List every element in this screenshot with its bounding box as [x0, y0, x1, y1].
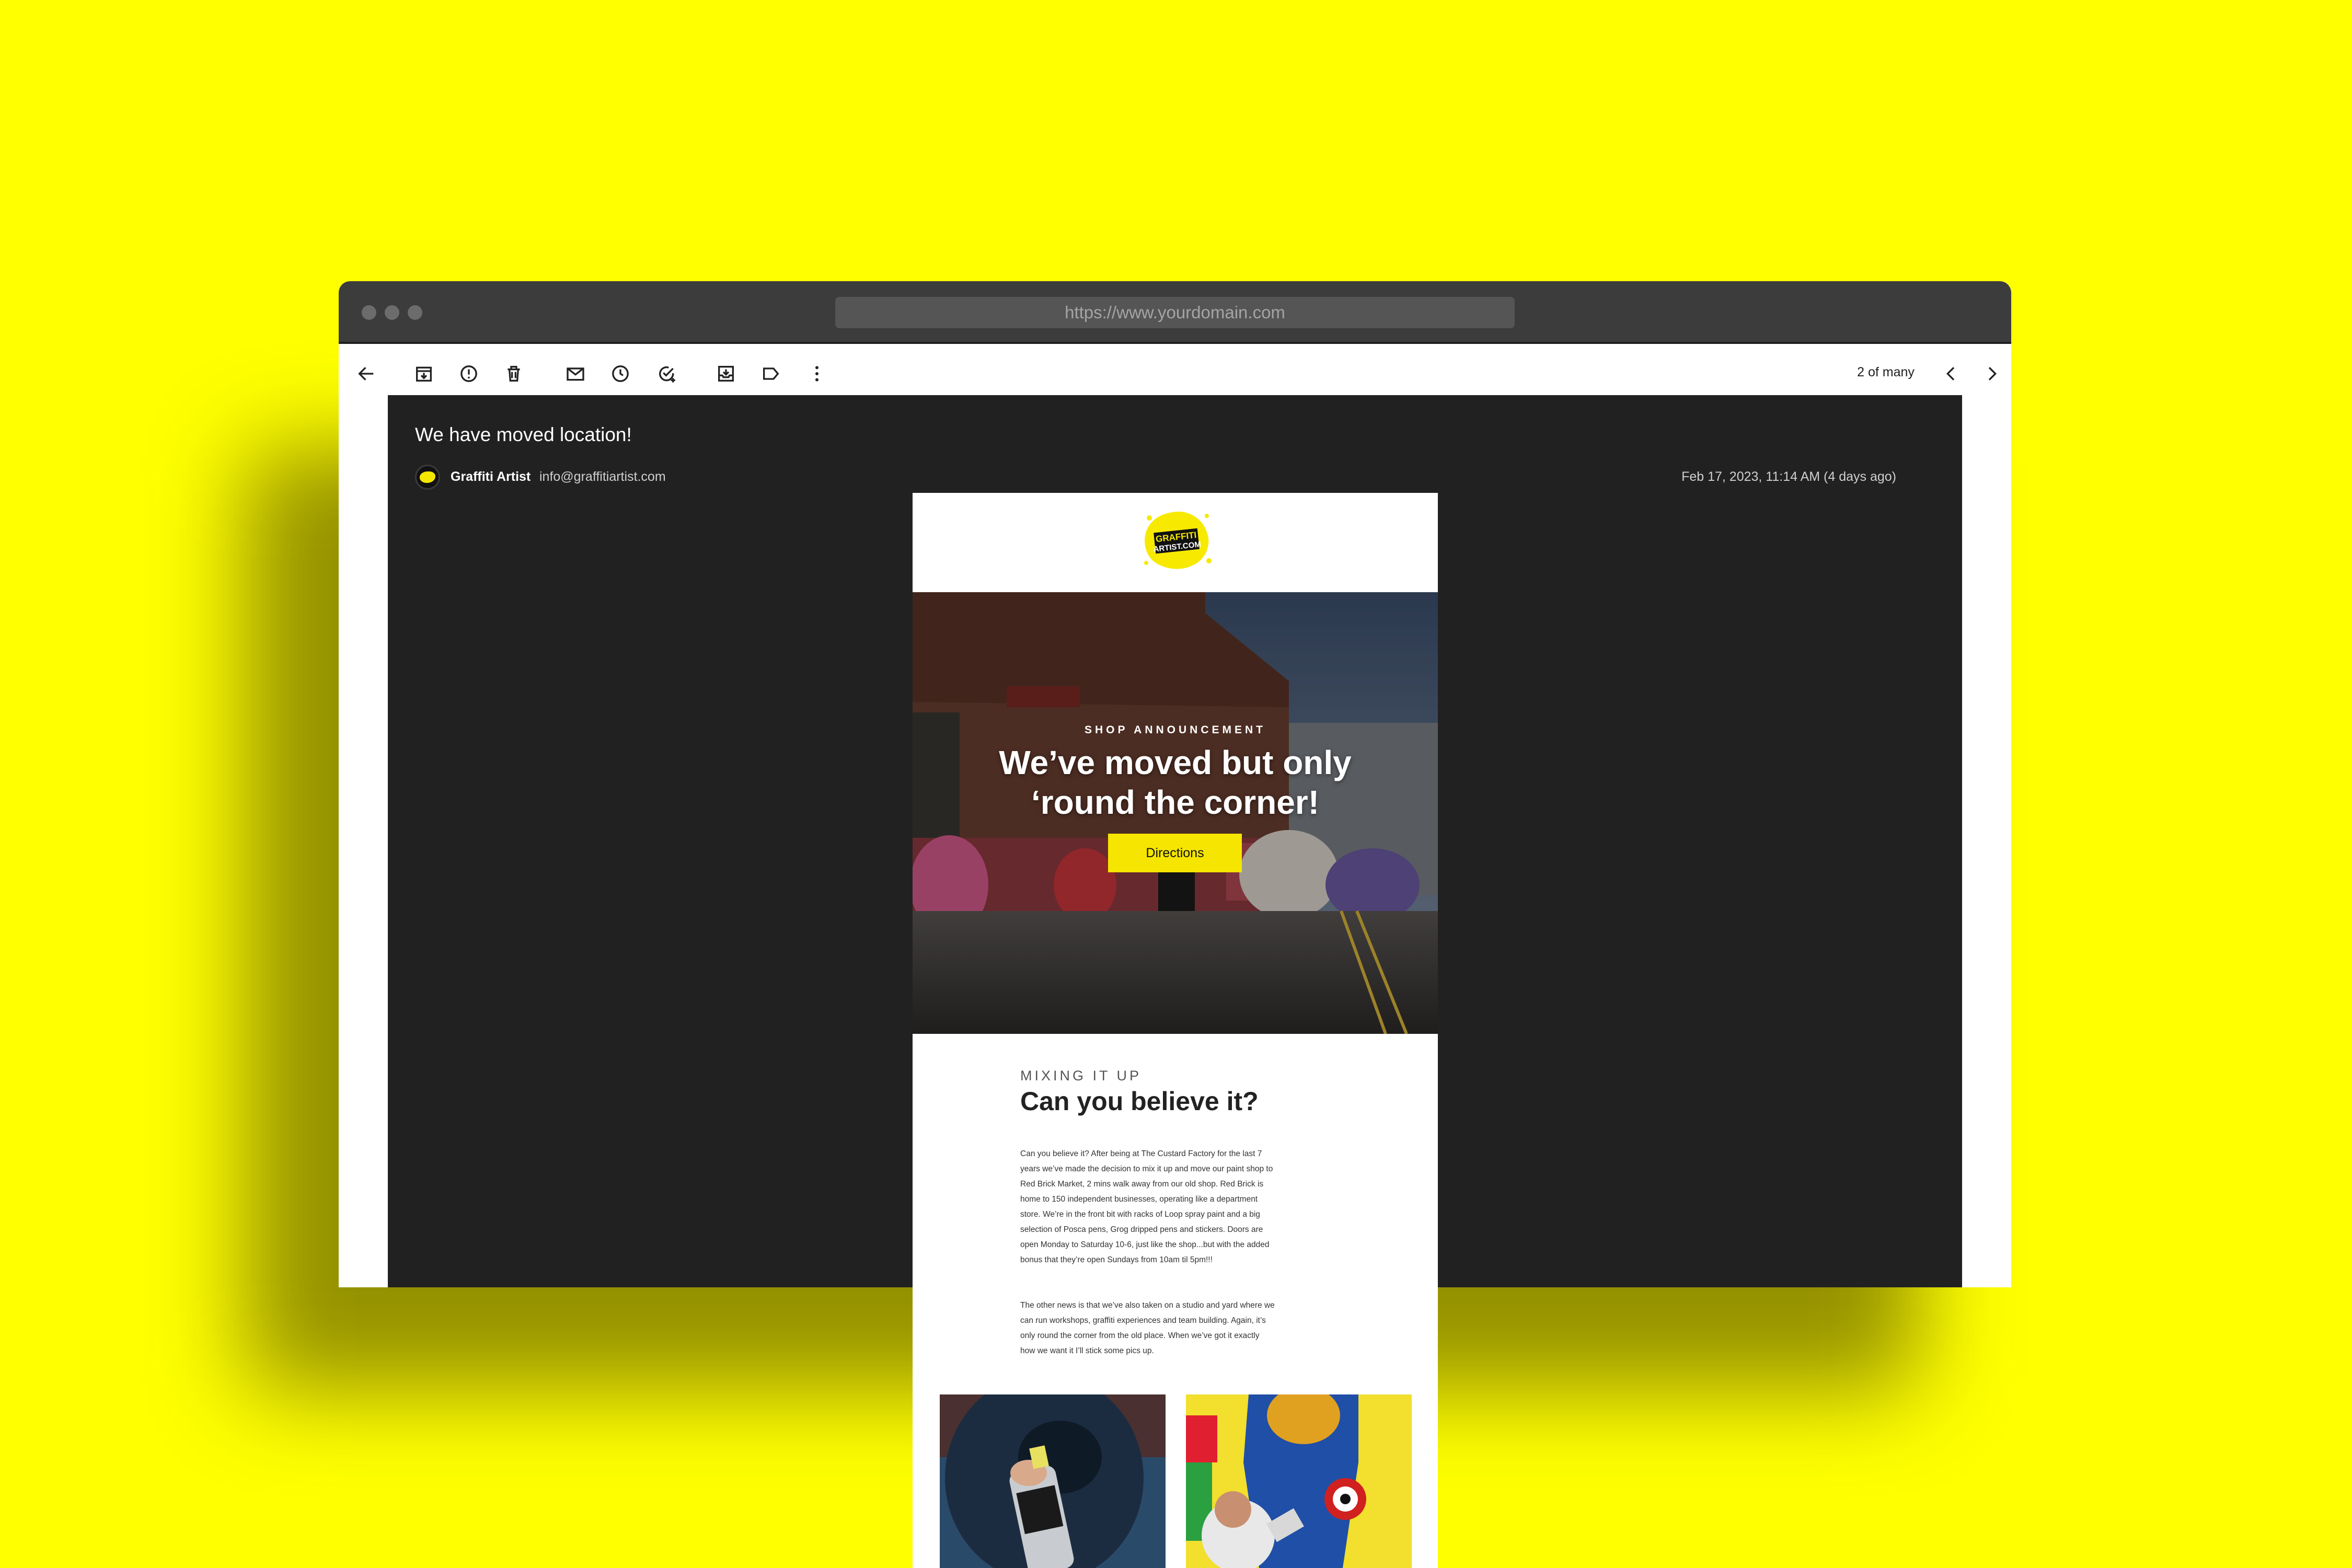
- sender-avatar: [415, 465, 440, 490]
- paragraph-line: Can you believe it? After being at The C…: [1020, 1149, 1262, 1158]
- chevron-left-icon[interactable]: [1938, 361, 1964, 387]
- paragraph-line: open Monday to Saturday 10-6, just like …: [1020, 1240, 1270, 1249]
- directions-button[interactable]: Directions: [1108, 834, 1242, 872]
- move-to-icon[interactable]: [713, 361, 739, 387]
- body-paragraph-1: Can you believe it? After being at The C…: [1020, 1146, 1334, 1267]
- mail-toolbar: 2 of many: [339, 346, 2011, 401]
- graffiti-artist-logo: GRAFFITI ARTIST.COM: [1144, 511, 1212, 569]
- paragraph-line: can run workshops, graffiti experiences …: [1020, 1316, 1266, 1325]
- photo-artist-painting: [1186, 1394, 1412, 1568]
- window-minimize-dot[interactable]: [385, 305, 399, 320]
- paragraph-line: The other news is that we’ve also taken …: [1020, 1301, 1275, 1310]
- add-task-icon[interactable]: [654, 361, 680, 387]
- hero-kicker: SHOP ANNOUNCEMENT: [1084, 724, 1266, 736]
- photo-spray-can: [940, 1394, 1166, 1568]
- paragraph-line: how we want it I’ll stick some pics up.: [1020, 1346, 1154, 1355]
- newsletter-body: GRAFFITI ARTIST.COM SHOP ANNOUNCEMENT We…: [913, 493, 1438, 1568]
- window-close-dot[interactable]: [362, 305, 376, 320]
- mark-unread-icon[interactable]: [562, 361, 589, 387]
- paragraph-line: store. We’re in the front bit with racks…: [1020, 1210, 1260, 1219]
- newsletter-header: GRAFFITI ARTIST.COM: [913, 493, 1438, 592]
- delete-icon[interactable]: [501, 361, 527, 387]
- sender-email[interactable]: info@graffitiartist.com: [539, 469, 666, 485]
- pager-count: 2 of many: [1857, 365, 1915, 379]
- sender-name[interactable]: Graffiti Artist: [451, 469, 531, 485]
- browser-titlebar: https://www.yourdomain.com: [339, 281, 2011, 344]
- hero-banner: SHOP ANNOUNCEMENT We’ve moved but only ‘…: [913, 592, 1438, 1034]
- hero-title-line-2: ‘round the corner!: [1031, 783, 1320, 821]
- hero-title: We’ve moved but only ‘round the corner!: [933, 743, 1417, 822]
- paragraph-line: years we’ve made the decision to mix it …: [1020, 1165, 1273, 1173]
- back-arrow-icon[interactable]: [353, 361, 379, 387]
- section-kicker: MIXING IT UP: [1020, 1068, 1142, 1083]
- body-paragraph-2: The other news is that we’ve also taken …: [1020, 1298, 1334, 1358]
- paragraph-line: Red Brick Market, 2 mins walk away from …: [1020, 1180, 1264, 1189]
- window-maximize-dot[interactable]: [408, 305, 422, 320]
- paragraph-line: only round the corner from the old place…: [1020, 1331, 1260, 1340]
- chevron-right-icon[interactable]: [1979, 361, 2005, 387]
- email-subject: We have moved location!: [415, 424, 632, 445]
- hero-title-line-1: We’ve moved but only: [999, 744, 1352, 781]
- paragraph-line: bonus that they’re open Sundays from 10a…: [1020, 1255, 1213, 1264]
- label-icon[interactable]: [758, 361, 784, 387]
- snooze-icon[interactable]: [607, 361, 633, 387]
- report-spam-icon[interactable]: [456, 361, 482, 387]
- section-title: Can you believe it?: [1020, 1087, 1259, 1116]
- paragraph-line: selection of Posca pens, Grog dripped pe…: [1020, 1225, 1263, 1234]
- more-options-icon[interactable]: [804, 361, 830, 387]
- email-date: Feb 17, 2023, 11:14 AM (4 days ago): [1681, 469, 1896, 484]
- url-bar[interactable]: https://www.yourdomain.com: [835, 297, 1515, 328]
- paragraph-line: home to 150 independent businesses, oper…: [1020, 1195, 1258, 1204]
- archive-icon[interactable]: [411, 361, 437, 387]
